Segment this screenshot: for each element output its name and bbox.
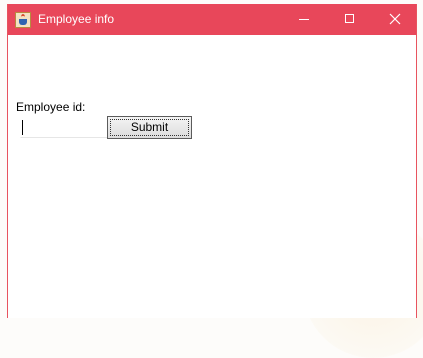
window-title: Employee info bbox=[38, 11, 114, 27]
java-cup-icon[interactable] bbox=[15, 12, 31, 28]
employee-info-window: Employee info Employee id: Submit bbox=[7, 4, 417, 318]
minimize-icon bbox=[299, 19, 309, 20]
maximize-icon bbox=[345, 14, 354, 23]
employee-id-label: Employee id: bbox=[16, 100, 85, 114]
text-caret bbox=[22, 120, 23, 135]
window-content: Employee id: Submit bbox=[8, 35, 416, 318]
submit-button[interactable]: Submit bbox=[107, 116, 192, 139]
minimize-button[interactable] bbox=[281, 4, 327, 35]
submit-button-label: Submit bbox=[131, 120, 168, 134]
maximize-button[interactable] bbox=[327, 4, 373, 35]
close-button[interactable] bbox=[372, 4, 418, 35]
close-icon bbox=[389, 13, 401, 25]
employee-id-input[interactable] bbox=[20, 116, 108, 138]
title-bar[interactable]: Employee info bbox=[8, 4, 416, 35]
